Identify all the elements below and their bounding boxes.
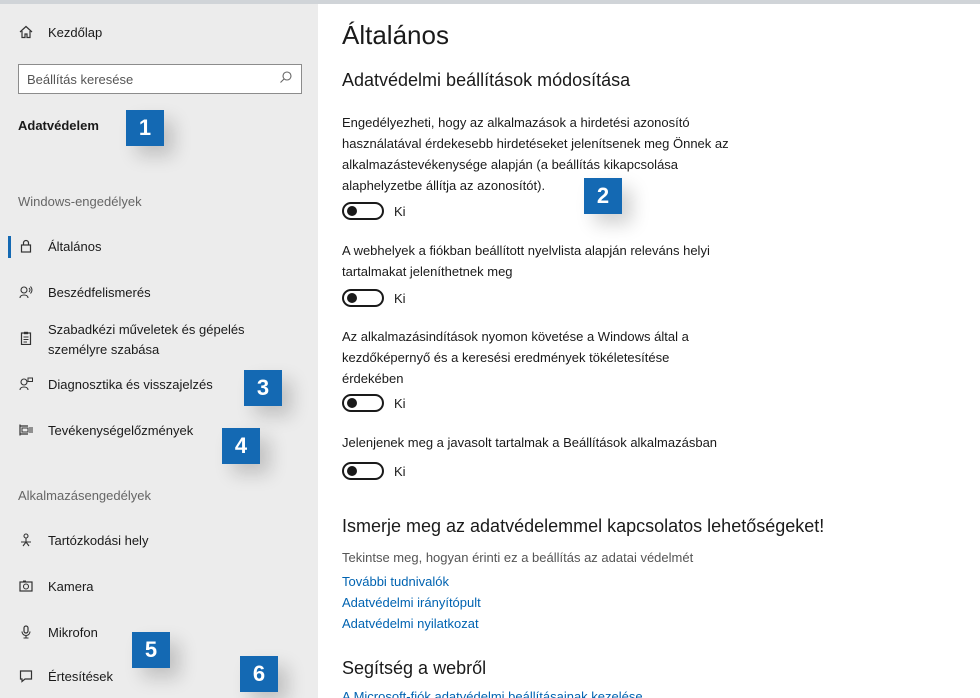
nav-camera-label: Kamera xyxy=(48,578,94,594)
setting-ad-id-line: alkalmazástevékenysége alapján (a beállí… xyxy=(342,157,679,172)
learn-heading: Ismerje meg az adatvédelemmel kapcsolato… xyxy=(342,516,825,536)
setting-language-state: Ki xyxy=(394,290,406,306)
setting-language-line: tartalmakat jeleníthetnek meg xyxy=(342,264,513,279)
lock-icon xyxy=(18,238,34,254)
setting-app-launch-line: Az alkalmazásindítások nyomon követése a… xyxy=(342,329,689,344)
section-subtitle: Adatvédelmi beállítások módosítása xyxy=(342,70,631,90)
setting-app-launch-toggle-row: Ki xyxy=(342,394,406,412)
search-input[interactable]: Beállítás keresése xyxy=(18,64,302,94)
toggle-knob xyxy=(347,466,357,476)
callout-badge-1: 1 xyxy=(126,110,164,146)
web-help-heading: Segítség a webről xyxy=(342,658,487,678)
windows-permissions-label: Windows-engedélyek xyxy=(18,194,142,209)
search-icon[interactable] xyxy=(279,70,293,89)
main-content: Általános Adatvédelmi beállítások módosí… xyxy=(318,0,980,698)
app-permissions-label: Alkalmazásengedélyek xyxy=(18,488,151,503)
nav-notifications-label: Értesítések xyxy=(48,668,114,684)
notification-icon xyxy=(18,668,34,684)
setting-suggested-content-description: Jelenjenek meg a javasolt tartalmak a Be… xyxy=(342,432,782,453)
learn-text: Tekintse meg, hogyan érinti ez a beállít… xyxy=(342,550,694,565)
setting-ad-id-description: Engedélyezheti, hogy az alkalmazások a h… xyxy=(342,112,782,196)
nav-diagnostics-label: Diagnosztika és visszajelzés xyxy=(48,376,213,392)
nav-microphone[interactable]: Mikrofon xyxy=(18,624,98,640)
page-title: Általános xyxy=(342,20,449,50)
callout-badge-2: 2 xyxy=(584,178,622,214)
setting-app-launch-state: Ki xyxy=(394,395,406,411)
toggle-knob xyxy=(347,293,357,303)
feedback-icon xyxy=(18,376,34,392)
nav-location[interactable]: Tartózkodási hely xyxy=(18,532,148,548)
sidebar: Kezdőlap Beállítás keresése Adatvédelem … xyxy=(0,0,318,698)
toggle-knob xyxy=(347,398,357,408)
setting-suggested-content-line: Jelenjenek meg a javasolt tartalmak a Be… xyxy=(342,435,718,450)
nav-diagnostics[interactable]: Diagnosztika és visszajelzés xyxy=(18,376,213,392)
setting-suggested-content-toggle-row: Ki xyxy=(342,462,406,480)
nav-home-label: Kezdőlap xyxy=(48,24,103,40)
timeline-icon xyxy=(18,422,34,438)
home-icon xyxy=(18,24,34,40)
setting-app-launch-line: kezdőképernyő és a keresési eredmények t… xyxy=(342,350,670,365)
setting-suggested-content-state: Ki xyxy=(394,463,406,479)
active-indicator xyxy=(8,236,11,258)
setting-app-launch-description: Az alkalmazásindítások nyomon követése a… xyxy=(342,326,782,389)
link-account-privacy[interactable]: A Microsoft-fiók adatvédelmi beállításai… xyxy=(342,689,643,698)
nav-speech-label: Beszédfelismerés xyxy=(48,284,151,300)
setting-language-toggle[interactable] xyxy=(342,289,384,307)
toggle-knob xyxy=(347,206,357,216)
setting-language-toggle-row: Ki xyxy=(342,289,406,307)
setting-ad-id-state: Ki xyxy=(394,203,406,219)
setting-app-launch-line: érdekében xyxy=(342,371,404,386)
callout-badge-4: 4 xyxy=(222,428,260,464)
setting-ad-id-toggle[interactable] xyxy=(342,202,384,220)
setting-suggested-content-toggle[interactable] xyxy=(342,462,384,480)
link-privacy-dashboard[interactable]: Adatvédelmi irányítópult xyxy=(342,595,481,610)
callout-badge-5: 5 xyxy=(132,632,170,668)
nav-notifications[interactable]: Értesítések xyxy=(18,668,113,684)
nav-location-label: Tartózkodási hely xyxy=(48,532,149,548)
setting-language-description: A webhelyek a fiókban beállított nyelvli… xyxy=(342,240,782,282)
nav-inking-line2: személyre szabása xyxy=(48,342,160,357)
location-icon xyxy=(18,532,34,548)
nav-general-label: Általános xyxy=(48,238,102,254)
link-privacy-statement[interactable]: Adatvédelmi nyilatkozat xyxy=(342,616,479,631)
setting-app-launch-toggle[interactable] xyxy=(342,394,384,412)
nav-inking[interactable]: Szabadkézi műveletek és gépelés személyr… xyxy=(18,320,245,360)
nav-microphone-label: Mikrofon xyxy=(48,624,98,640)
search-placeholder: Beállítás keresése xyxy=(27,71,134,87)
callout-badge-3: 3 xyxy=(244,370,282,406)
nav-camera[interactable]: Kamera xyxy=(18,578,94,594)
speech-icon xyxy=(18,284,34,300)
callout-badge-6: 6 xyxy=(240,656,278,692)
nav-home[interactable]: Kezdőlap xyxy=(18,24,102,40)
setting-ad-id-toggle-row: Ki xyxy=(342,202,406,220)
setting-ad-id-line: alaphelyzetbe állítja az azonosítót). xyxy=(342,178,546,193)
camera-icon xyxy=(18,578,34,594)
nav-inking-line1: Szabadkézi műveletek és gépelés xyxy=(48,322,245,337)
nav-activity-history-label: Tevékenységelőzmények xyxy=(48,422,194,438)
microphone-icon xyxy=(18,624,34,640)
category-title: Adatvédelem xyxy=(18,118,99,133)
nav-activity-history[interactable]: Tevékenységelőzmények xyxy=(18,422,193,438)
clipboard-icon xyxy=(18,330,34,346)
link-more-info[interactable]: További tudnivalók xyxy=(342,574,449,589)
setting-ad-id-line: Engedélyezheti, hogy az alkalmazások a h… xyxy=(342,115,690,130)
setting-language-line: A webhelyek a fiókban beállított nyelvli… xyxy=(342,243,710,258)
nav-general[interactable]: Általános xyxy=(18,238,101,254)
setting-ad-id-line: használatával érdekesebb hirdetéseket je… xyxy=(342,136,729,151)
nav-speech[interactable]: Beszédfelismerés xyxy=(18,284,151,300)
nav-inking-label: Szabadkézi műveletek és gépelés személyr… xyxy=(48,320,245,360)
